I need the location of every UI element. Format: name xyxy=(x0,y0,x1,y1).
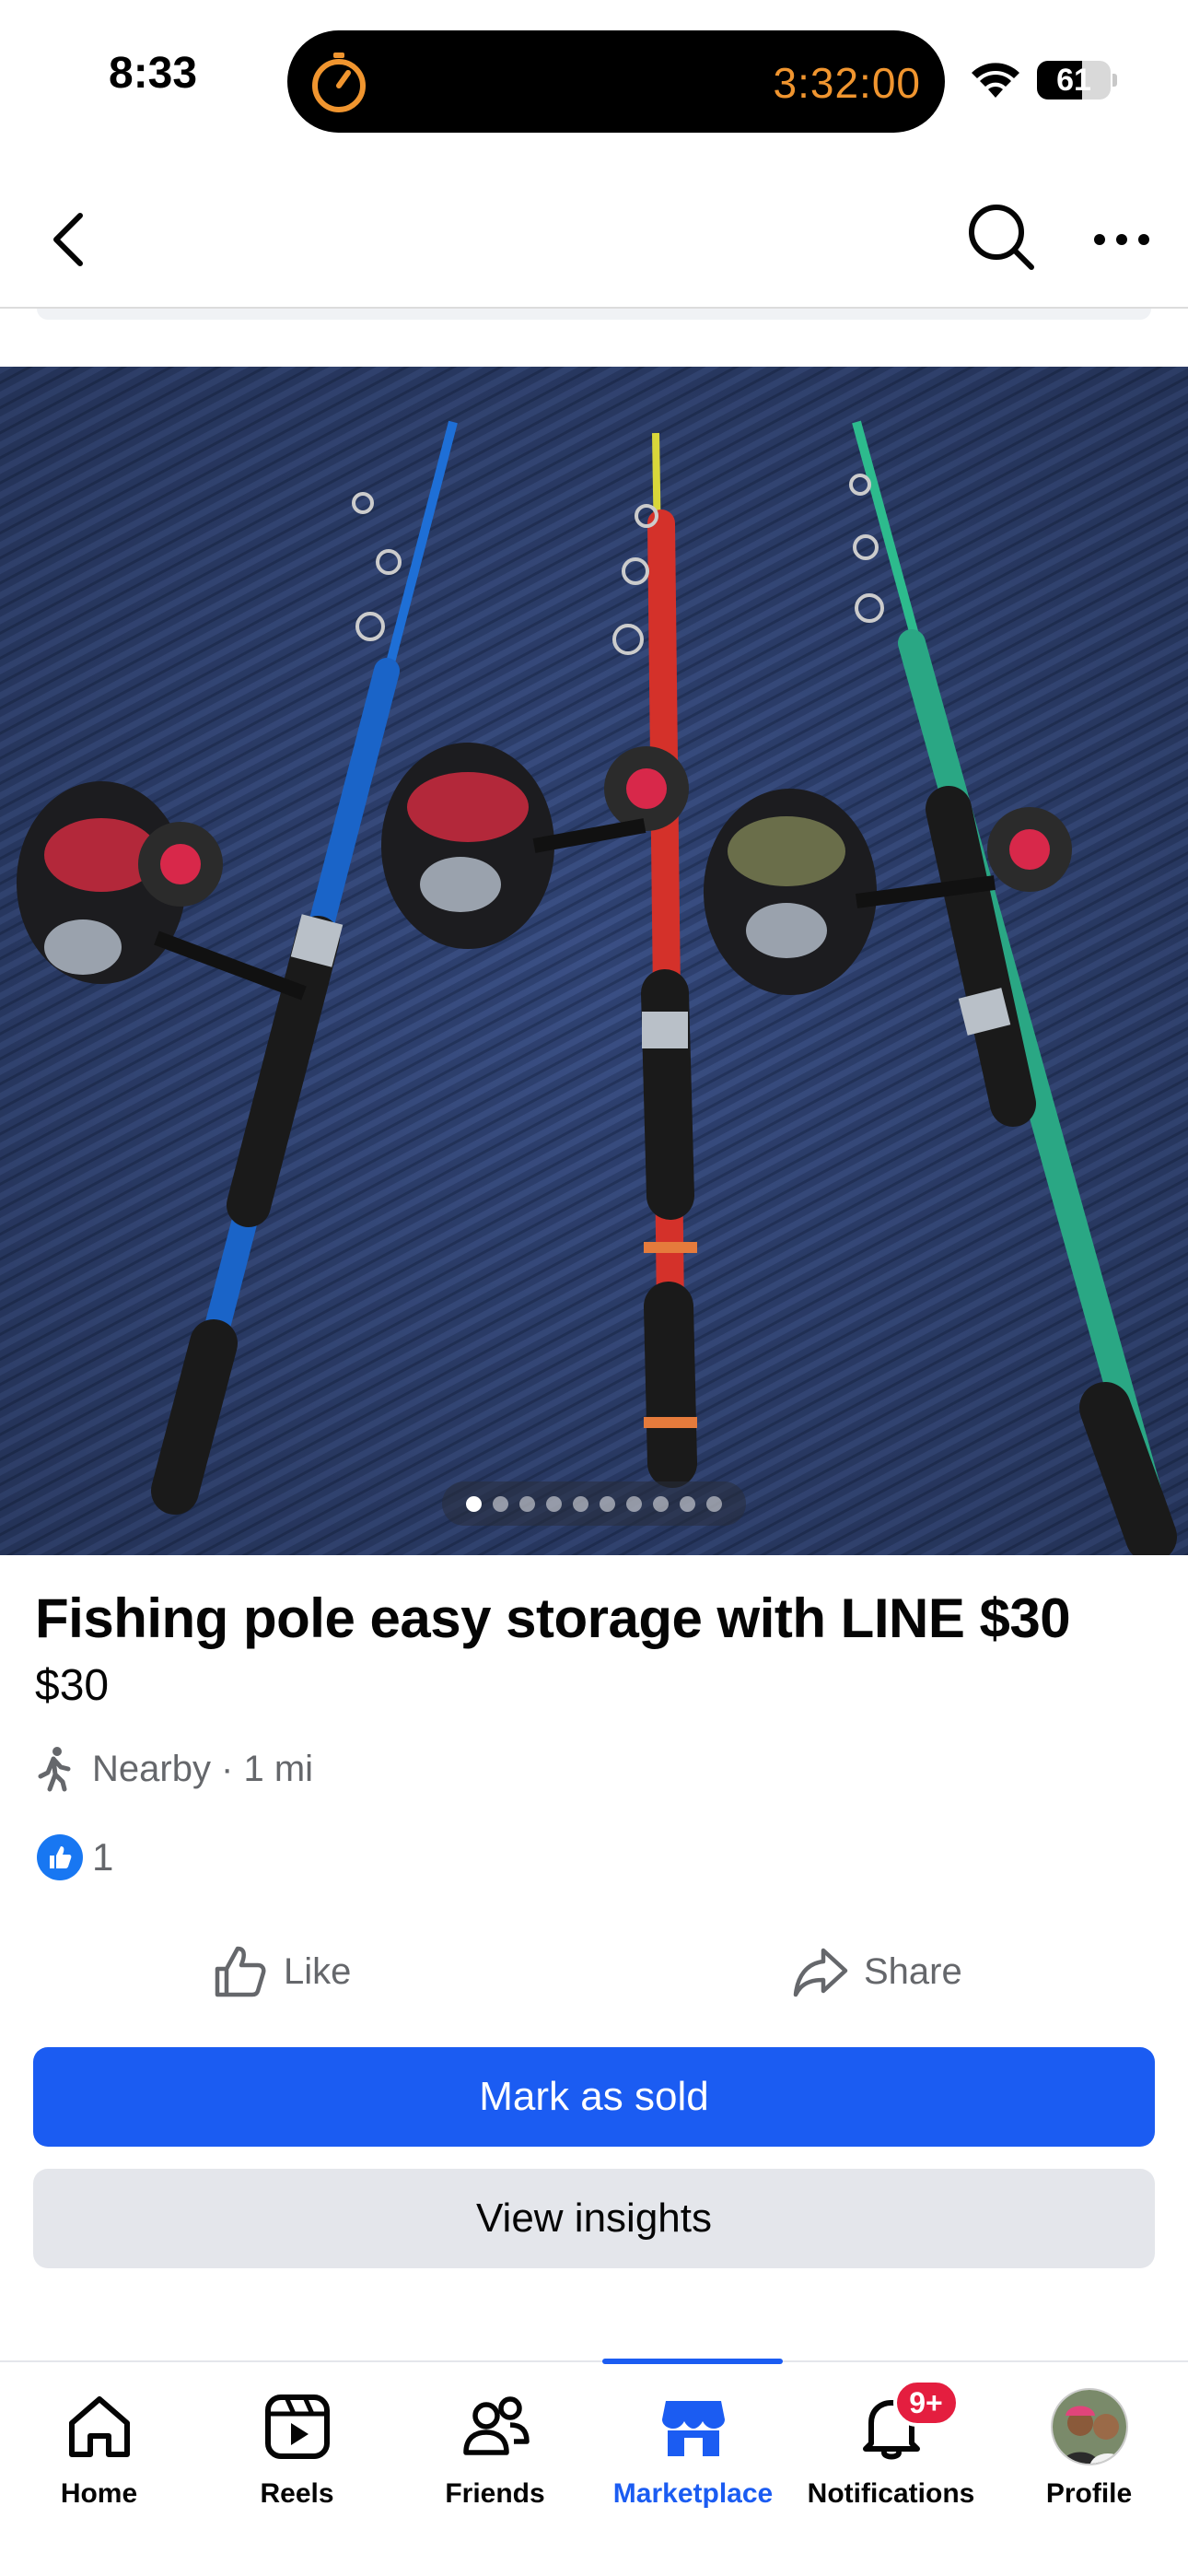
carousel-dot[interactable] xyxy=(680,1495,695,1512)
tab-label: Reels xyxy=(260,2478,334,2509)
action-row: Like Share xyxy=(0,1935,1188,2008)
share-label: Share xyxy=(864,1950,962,1992)
bottom-tab-bar: Home Reels Friends Marketplace 9+ Notifi… xyxy=(0,2359,1188,2576)
tab-profile[interactable]: Profile xyxy=(990,2388,1188,2526)
like-button[interactable]: Like xyxy=(212,1935,351,2008)
reels-icon xyxy=(264,2395,330,2459)
carousel-dot[interactable] xyxy=(626,1495,642,1512)
carousel-dot[interactable] xyxy=(600,1495,615,1512)
carousel-dot[interactable] xyxy=(706,1495,722,1512)
mark-as-sold-button[interactable]: Mark as sold xyxy=(33,2047,1155,2147)
listing-price: $30 xyxy=(35,1661,110,1710)
walking-icon xyxy=(38,1747,71,1792)
dynamic-island[interactable]: 3:32:00 xyxy=(287,30,945,133)
timer-text: 3:32:00 xyxy=(773,59,921,107)
battery-level: 61 xyxy=(1056,63,1091,98)
reaction-count: 1 xyxy=(92,1835,114,1879)
carousel-dot[interactable] xyxy=(493,1495,508,1512)
thumbs-up-icon xyxy=(215,1946,266,1997)
tab-marketplace[interactable]: Marketplace xyxy=(594,2388,792,2526)
timer-icon xyxy=(312,53,366,112)
battery-icon: 61 xyxy=(1037,61,1117,100)
tab-label: Friends xyxy=(445,2478,545,2509)
location-text: Nearby · 1 mi xyxy=(92,1748,314,1789)
home-icon xyxy=(68,2396,130,2457)
wifi-icon xyxy=(972,63,1019,98)
view-insights-button[interactable]: View insights xyxy=(33,2169,1155,2268)
carousel-dot[interactable] xyxy=(466,1495,482,1512)
friends-icon xyxy=(462,2396,530,2455)
tab-label: Profile xyxy=(1045,2478,1133,2509)
bell-icon-wrap: 9+ xyxy=(853,2379,960,2465)
nav-header xyxy=(0,175,1188,309)
tab-label: Notifications xyxy=(807,2478,975,2509)
like-reaction-icon xyxy=(37,1834,83,1880)
listing-photo[interactable] xyxy=(0,367,1188,1555)
back-icon xyxy=(53,213,83,266)
search-icon[interactable] xyxy=(963,199,1037,273)
status-time: 8:33 xyxy=(109,49,198,98)
carousel-dot[interactable] xyxy=(546,1495,562,1512)
tab-home[interactable]: Home xyxy=(0,2388,198,2526)
share-icon xyxy=(793,1948,848,1997)
reaction-row[interactable]: 1 xyxy=(37,1832,113,1883)
carousel-dot[interactable] xyxy=(653,1495,669,1512)
tab-notifications[interactable]: 9+ Notifications xyxy=(792,2379,990,2526)
carousel-dot[interactable] xyxy=(573,1495,588,1512)
location-row: Nearby · 1 mi xyxy=(33,1743,313,1795)
tab-reels[interactable]: Reels xyxy=(198,2388,396,2526)
fishing-rods-image xyxy=(0,367,1188,1555)
more-icon[interactable] xyxy=(1089,212,1155,267)
tab-label: Marketplace xyxy=(612,2478,774,2509)
share-button[interactable]: Share xyxy=(792,1935,962,2008)
carousel-dots[interactable] xyxy=(442,1481,746,1526)
active-tab-indicator xyxy=(602,2359,783,2364)
status-bar: 8:33 3:32:00 61 xyxy=(0,0,1188,157)
content-edge xyxy=(37,309,1151,320)
carousel-dot[interactable] xyxy=(519,1495,535,1512)
notification-badge: 9+ xyxy=(892,2379,960,2427)
marketplace-icon xyxy=(661,2401,725,2456)
avatar xyxy=(1050,2388,1128,2465)
like-label: Like xyxy=(284,1950,352,1992)
back-button[interactable] xyxy=(37,203,98,276)
listing-title: Fishing pole easy storage with LINE $30 xyxy=(35,1587,1071,1649)
tab-label: Home xyxy=(60,2478,138,2509)
tab-friends[interactable]: Friends xyxy=(396,2388,594,2526)
